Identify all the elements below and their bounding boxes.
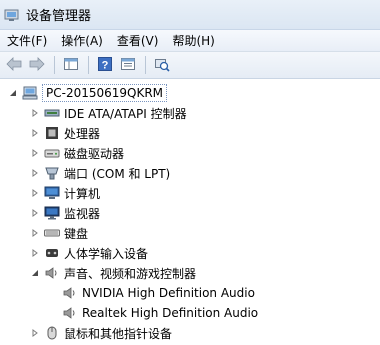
forward-arrow-icon [29,56,45,74]
monitor-icon [44,205,60,221]
tree-item-label: 处理器 [64,126,101,141]
menu-file[interactable]: 文件(F) [0,31,54,51]
expand-triangle-icon[interactable] [30,128,40,138]
tree-item-disk-drives[interactable]: 磁盘驱动器 [30,143,124,163]
device-label: NVIDIA High Definition Audio [82,286,255,300]
speaker-icon [62,305,78,321]
expand-triangle-icon[interactable] [30,168,40,178]
scan-hardware-button[interactable] [151,54,173,76]
sound-icon [44,265,60,281]
expand-triangle-icon[interactable] [30,108,40,118]
tree-item-label: 监视器 [64,206,101,221]
forward-button[interactable] [26,54,48,76]
window-title: 设备管理器 [26,9,92,24]
properties-icon [120,56,136,75]
collapse-triangle-icon[interactable] [8,88,18,98]
show-hide-tree-button[interactable] [60,54,82,76]
tree-item-hid[interactable]: 人体学输入设备 [30,243,148,263]
tree-item-monitors[interactable]: 监视器 [30,203,100,223]
tree-item-label: 人体学输入设备 [64,246,149,261]
menu-view[interactable]: 查看(V) [110,31,166,51]
expand-triangle-icon[interactable] [30,148,40,158]
speaker-icon [62,285,78,301]
disk-drive-icon [44,145,60,161]
tree-item-label: 磁盘驱动器 [64,146,125,161]
processor-icon [44,125,60,141]
help-button[interactable]: ? [94,54,116,76]
ide-controller-icon [44,105,60,121]
tree-item-processor[interactable]: 处理器 [30,123,100,143]
toolbar-separator [54,56,55,74]
computer-icon [22,85,38,101]
port-icon [44,165,60,181]
menu-help[interactable]: 帮助(H) [165,31,221,51]
tree-item-label: 键盘 [64,226,89,241]
scan-hardware-icon [154,56,170,75]
tree-item-label: 鼠标和其他指针设备 [64,326,173,341]
tree-item-label: 声音、视频和游戏控制器 [64,266,197,281]
device-manager-icon [4,7,20,23]
svg-text:?: ? [102,59,109,71]
toolbar-separator [88,56,89,74]
menu-bar: 文件(F) 操作(A) 查看(V) 帮助(H) [0,30,380,52]
tree-item-label: 计算机 [64,186,101,201]
tree-item-label: 端口 (COM 和 LPT) [64,166,171,181]
hid-icon [44,245,60,261]
expand-triangle-icon[interactable] [30,328,40,338]
device-tree[interactable]: PC-20150619QKRM IDE ATA/ATAPI 控制器 处理器 磁盘… [0,80,380,345]
device-nvidia-audio[interactable]: NVIDIA High Definition Audio [62,283,255,303]
expand-triangle-icon[interactable] [30,188,40,198]
tree-root[interactable]: PC-20150619QKRM [8,83,168,103]
title-bar: 设备管理器 [0,0,380,30]
properties-button[interactable] [117,54,139,76]
console-tree-icon [63,56,79,75]
collapse-triangle-icon[interactable] [30,268,40,278]
device-label: Realtek High Definition Audio [82,306,259,320]
tree-item-label: IDE ATA/ATAPI 控制器 [64,106,187,121]
tree-item-mice[interactable]: 鼠标和其他指针设备 [30,323,172,343]
tree-item-keyboards[interactable]: 键盘 [30,223,88,243]
tree-item-ports[interactable]: 端口 (COM 和 LPT) [30,163,170,183]
menu-action[interactable]: 操作(A) [54,31,110,51]
back-arrow-icon [6,56,22,74]
device-realtek-audio[interactable]: Realtek High Definition Audio [62,303,258,323]
toolbar-separator [145,56,146,74]
tree-item-sound-video-game[interactable]: 声音、视频和游戏控制器 [30,263,196,283]
help-icon: ? [97,56,113,75]
keyboard-icon [44,225,60,241]
tree-item-ide-controller[interactable]: IDE ATA/ATAPI 控制器 [30,103,187,123]
computer-icon [44,185,60,201]
mouse-icon [44,325,60,341]
root-label: PC-20150619QKRM [42,84,168,102]
expand-triangle-icon[interactable] [30,228,40,238]
expand-triangle-icon[interactable] [30,208,40,218]
tree-item-computer[interactable]: 计算机 [30,183,100,203]
back-button[interactable] [3,54,25,76]
expand-triangle-icon[interactable] [30,248,40,258]
toolbar: ? [0,52,380,79]
